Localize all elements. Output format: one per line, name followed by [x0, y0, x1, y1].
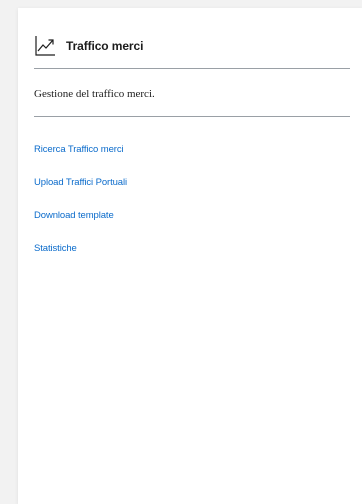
- card-header: Traffico merci: [34, 28, 350, 64]
- ricerca-traffico-merci-link[interactable]: Ricerca Traffico merci: [34, 144, 124, 155]
- card-title: Traffico merci: [66, 39, 144, 53]
- upload-traffici-portuali-link[interactable]: Upload Traffici Portuali: [34, 177, 127, 188]
- list-item: Download template: [34, 208, 127, 241]
- list-item: Statistiche: [34, 241, 127, 274]
- trend-chart-icon: [34, 35, 56, 57]
- list-item: Ricerca Traffico merci: [34, 142, 127, 175]
- card-description: Gestione del traffico merci.: [34, 88, 155, 100]
- list-item: Upload Traffici Portuali: [34, 175, 127, 208]
- statistiche-link[interactable]: Statistiche: [34, 243, 77, 254]
- download-template-link[interactable]: Download template: [34, 210, 114, 221]
- traffico-merci-card: Traffico merci Gestione del traffico mer…: [18, 8, 362, 504]
- action-links: Ricerca Traffico merci Upload Traffici P…: [34, 142, 127, 274]
- description-divider: [34, 116, 350, 117]
- header-divider: [34, 68, 350, 69]
